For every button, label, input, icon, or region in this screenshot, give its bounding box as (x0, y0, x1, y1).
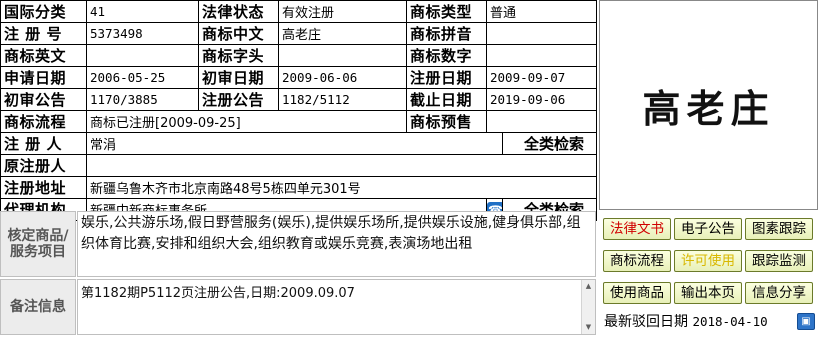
mark-cn-value: 高老庄 (278, 22, 407, 45)
use-goods-button[interactable]: 使用商品 (603, 282, 671, 304)
registrant-value: 常涓 (86, 132, 503, 155)
help-icon[interactable]: ▣ (797, 313, 815, 330)
mark-type-value: 普通 (485, 0, 598, 23)
orig-registrant-value (85, 154, 598, 177)
trademark-image-text: 高老庄 (642, 85, 775, 131)
reg-date-value: 2009-09-07 (485, 66, 598, 89)
reg-date-label: 注册日期 (406, 66, 487, 89)
intl-class-value: 41 (86, 0, 199, 23)
table-row: 初审公告 1170/3885 注册公告 1182/5112 截止日期 2019-… (0, 88, 598, 111)
reject-date-label: 最新驳回日期 (604, 314, 688, 330)
mark-pinyin-label: 商标拼音 (406, 22, 487, 45)
remarks-text: 第1182期P5112页注册公告,日期:2009.09.07 (81, 286, 355, 301)
mark-presale-value (485, 110, 598, 133)
reg-no-label: 注 册 号 (0, 22, 87, 45)
trademark-image: 高老庄 (599, 0, 818, 210)
table-row: 注 册 号 5373498 商标中文 高老庄 商标拼音 (0, 22, 598, 45)
services-text: 娱乐,公共游乐场,假日野营服务(娱乐),提供娱乐场所,提供娱乐设施,健身俱乐部,… (81, 215, 581, 252)
mark-process-label: 商标流程 (0, 110, 87, 133)
reg-address-label: 注册地址 (0, 176, 87, 199)
services-textbox[interactable]: 娱乐,公共游乐场,假日野营服务(娱乐),提供娱乐场所,提供娱乐设施,健身俱乐部,… (77, 211, 596, 277)
orig-registrant-label: 原注册人 (0, 154, 87, 177)
scroll-up-arrow-icon[interactable]: ▲ (582, 280, 595, 293)
prelim-notice-value: 1170/3885 (86, 88, 199, 111)
mark-pinyin-value (485, 22, 598, 45)
table-row: 原注册人 (0, 154, 598, 177)
reg-address-value: 新疆乌鲁木齐市北京南路48号5栋四单元301号 (85, 176, 598, 199)
apply-date-label: 申请日期 (0, 66, 87, 89)
mark-initial-value (278, 44, 407, 67)
expiry-date-value: 2019-09-06 (485, 88, 598, 111)
all-class-search-link[interactable]: 全类检索 (501, 132, 598, 155)
reg-notice-value: 1182/5112 (278, 88, 407, 111)
mark-initial-label: 商标字头 (198, 44, 279, 67)
mark-flow-button[interactable]: 商标流程 (603, 250, 671, 272)
legal-status-label: 法律状态 (198, 0, 279, 23)
legal-status-value: 有效注册 (278, 0, 407, 23)
table-row: 注 册 人 常涓 全类检索 (0, 132, 598, 155)
trace-monitor-button[interactable]: 跟踪监测 (745, 250, 813, 272)
mark-presale-label: 商标预售 (406, 110, 487, 133)
image-trace-button[interactable]: 图素跟踪 (745, 218, 813, 240)
mark-en-label: 商标英文 (0, 44, 87, 67)
prelim-date-label: 初审日期 (198, 66, 279, 89)
apply-date-value: 2006-05-25 (86, 66, 199, 89)
expiry-date-label: 截止日期 (406, 88, 487, 111)
remarks-label: 备注信息 (0, 279, 76, 335)
table-row: 注册地址 新疆乌鲁木齐市北京南路48号5栋四单元301号 (0, 176, 598, 199)
table-row: 商标英文 商标字头 商标数字 (0, 44, 598, 67)
reg-no-value: 5373498 (86, 22, 199, 45)
table-row: 商标流程 商标已注册[2009-09-25] 商标预售 (0, 110, 598, 133)
legal-docs-button[interactable]: 法律文书 (603, 218, 671, 240)
table-row: 国际分类 41 法律状态 有效注册 商标类型 普通 (0, 0, 598, 23)
reg-notice-label: 注册公告 (198, 88, 279, 111)
mark-cn-label: 商标中文 (198, 22, 279, 45)
license-use-button[interactable]: 许可使用 (674, 250, 742, 272)
prelim-notice-label: 初审公告 (0, 88, 87, 111)
share-info-button[interactable]: 信息分享 (745, 282, 813, 304)
mark-type-label: 商标类型 (406, 0, 487, 23)
reject-date-value: 2018-04-10 (692, 314, 768, 329)
remarks-scrollbar[interactable]: ▲ ▼ (581, 280, 595, 334)
registrant-label: 注 册 人 (0, 132, 87, 155)
mark-digits-label: 商标数字 (406, 44, 487, 67)
prelim-date-value: 2009-06-06 (278, 66, 407, 89)
e-notice-button[interactable]: 电子公告 (674, 218, 742, 240)
remarks-textbox[interactable]: 第1182期P5112页注册公告,日期:2009.09.07 ▲ ▼ (77, 279, 596, 335)
services-label: 核定商品/服务项目 (0, 211, 76, 277)
mark-process-value: 商标已注册[2009-09-25] (86, 110, 407, 133)
scroll-down-arrow-icon[interactable]: ▼ (582, 321, 595, 334)
latest-reject-date: 最新驳回日期 2018-04-10 (604, 312, 768, 332)
mark-en-value (86, 44, 199, 67)
mark-digits-value (485, 44, 598, 67)
output-page-button[interactable]: 输出本页 (674, 282, 742, 304)
intl-class-label: 国际分类 (0, 0, 87, 23)
table-row: 申请日期 2006-05-25 初审日期 2009-06-06 注册日期 200… (0, 66, 598, 89)
trademark-info-table: 国际分类 41 法律状态 有效注册 商标类型 普通 注 册 号 5373498 … (0, 0, 598, 221)
